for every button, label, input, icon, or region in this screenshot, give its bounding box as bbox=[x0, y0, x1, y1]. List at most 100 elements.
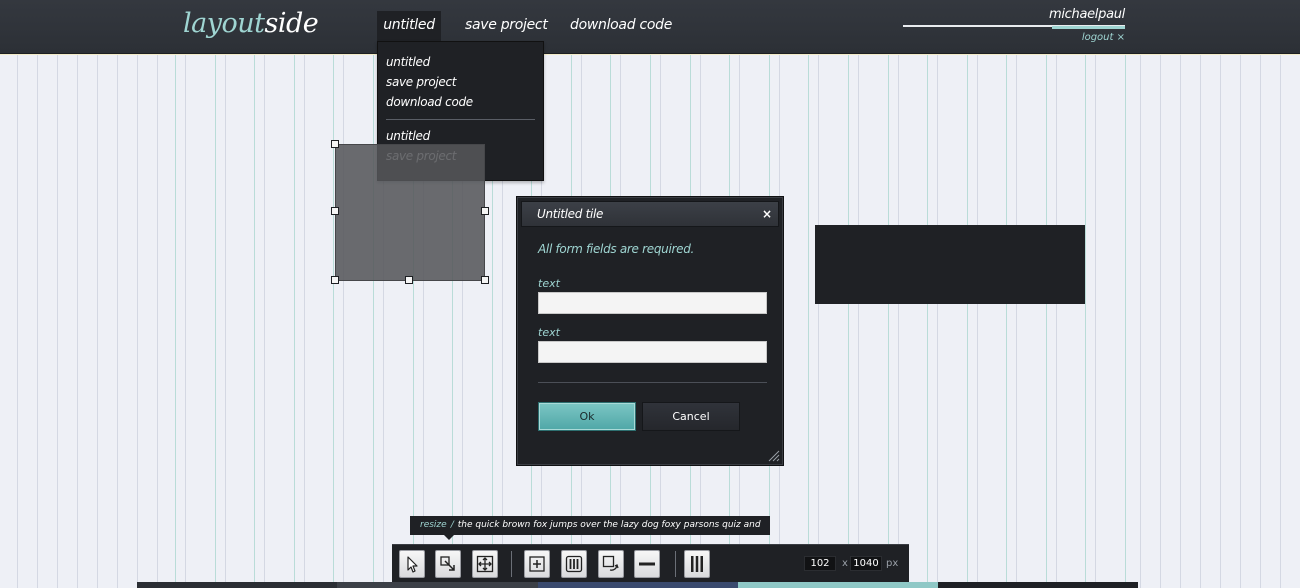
bottom-toolbar: 102 x 1040 px bbox=[392, 544, 909, 582]
grid-column-line bbox=[1006, 54, 1007, 588]
grid-outer-line bbox=[1160, 54, 1161, 588]
resize-tool-button[interactable] bbox=[435, 550, 461, 578]
tile-dialog: Untitled tile × All form fields are requ… bbox=[516, 196, 784, 466]
select-icon bbox=[407, 556, 418, 573]
grid-column-line bbox=[185, 54, 186, 588]
grid-outer-line bbox=[37, 54, 38, 588]
grid-outer-line bbox=[117, 54, 118, 588]
grid-column-line bbox=[1125, 54, 1126, 588]
move-icon bbox=[476, 555, 494, 573]
grid-column-line bbox=[1095, 54, 1096, 588]
bottom-strip-segment-4 bbox=[738, 582, 938, 588]
nav-untitled[interactable]: untitled bbox=[377, 11, 441, 42]
grid-column-line bbox=[373, 54, 374, 588]
logo-part-layout: layout bbox=[183, 8, 265, 39]
bottom-strip-segment-1 bbox=[137, 582, 337, 588]
horizontal-rule-button[interactable] bbox=[634, 550, 660, 578]
text-field-2[interactable] bbox=[538, 341, 767, 363]
dialog-divider bbox=[538, 382, 767, 383]
grid-column-line bbox=[818, 54, 819, 588]
height-input[interactable]: 1040 bbox=[850, 556, 882, 571]
resize-handle-middle-right[interactable] bbox=[481, 207, 489, 215]
cancel-button[interactable]: Cancel bbox=[642, 402, 740, 431]
nav-download-code[interactable]: download code bbox=[570, 11, 672, 42]
dropdown-item-untitled-2[interactable]: untitled bbox=[378, 126, 543, 146]
ok-button[interactable]: Ok bbox=[538, 402, 636, 431]
selected-tile[interactable] bbox=[335, 144, 485, 281]
grid-column-line bbox=[343, 54, 344, 588]
grid-column-line bbox=[215, 54, 216, 588]
vertical-columns-icon bbox=[691, 556, 703, 572]
grid-outer-line bbox=[137, 54, 138, 588]
tooltip-text: the quick brown fox jumps over the lazy … bbox=[457, 520, 761, 530]
dropdown-divider bbox=[386, 119, 535, 120]
grid-column-line bbox=[1016, 54, 1017, 588]
grid-outer-line bbox=[1260, 54, 1261, 588]
grid-outer-line bbox=[157, 54, 158, 588]
grid-column-line bbox=[927, 54, 928, 588]
grid-outer-line bbox=[57, 54, 58, 588]
username[interactable]: michaelpaul bbox=[1049, 7, 1125, 22]
bottom-strip-segment-2 bbox=[337, 582, 538, 588]
dropdown-item-save-project[interactable]: save project bbox=[378, 72, 543, 92]
logout-link[interactable]: logout × bbox=[1082, 32, 1125, 43]
grid-outer-line bbox=[1280, 54, 1281, 588]
user-underline-accent bbox=[1052, 26, 1125, 29]
grid-outer-line bbox=[1140, 54, 1141, 588]
dimension-times-label: x bbox=[842, 558, 848, 569]
resize-handle-bottom-left[interactable] bbox=[331, 276, 339, 284]
layer-tile-icon bbox=[602, 555, 619, 571]
move-tool-button[interactable] bbox=[472, 550, 498, 578]
columns-grid-button[interactable] bbox=[561, 550, 587, 578]
unit-label: px bbox=[886, 558, 899, 569]
grid-column-line bbox=[304, 54, 305, 588]
grid-column-line bbox=[294, 54, 295, 588]
grid-column-line bbox=[225, 54, 226, 588]
grid-outer-line bbox=[17, 54, 18, 588]
grid-outer-line bbox=[1220, 54, 1221, 588]
required-fields-message: All form fields are required. bbox=[538, 242, 695, 256]
grid-column-line bbox=[264, 54, 265, 588]
grid-column-line bbox=[898, 54, 899, 588]
width-input[interactable]: 102 bbox=[804, 556, 836, 571]
grid-column-line bbox=[808, 54, 809, 588]
grid-column-line bbox=[967, 54, 968, 588]
dialog-title: Untitled tile bbox=[537, 207, 604, 221]
dark-tile[interactable] bbox=[815, 225, 1085, 304]
tooltip-label: resize bbox=[420, 520, 447, 530]
close-icon[interactable]: × bbox=[762, 202, 772, 227]
layer-tile-button[interactable] bbox=[598, 550, 624, 578]
grid-column-line bbox=[937, 54, 938, 588]
grid-column-line bbox=[175, 54, 176, 588]
tooltip-arrow bbox=[444, 535, 454, 540]
grid-column-line bbox=[848, 54, 849, 588]
toolbar-divider bbox=[511, 551, 512, 577]
dialog-resize-grip-icon[interactable] bbox=[768, 450, 780, 462]
resize-handle-bottom-right[interactable] bbox=[481, 276, 489, 284]
select-tool-button[interactable] bbox=[399, 550, 425, 578]
grid-column-line bbox=[333, 54, 334, 588]
add-tile-button[interactable] bbox=[524, 550, 550, 578]
tooltip-separator: / bbox=[450, 520, 454, 530]
dialog-header[interactable]: Untitled tile × bbox=[521, 201, 779, 227]
nav-save-project[interactable]: save project bbox=[465, 11, 548, 42]
resize-icon bbox=[440, 556, 455, 571]
dropdown-item-untitled[interactable]: untitled bbox=[378, 52, 543, 72]
grid-column-line bbox=[888, 54, 889, 588]
grid-column-line bbox=[1085, 54, 1086, 588]
text-field-1[interactable] bbox=[538, 292, 767, 314]
resize-handle-top-left[interactable] bbox=[331, 140, 339, 148]
grid-column-line bbox=[1056, 54, 1057, 588]
horizontal-rule-icon bbox=[639, 562, 655, 566]
vertical-columns-button[interactable] bbox=[684, 550, 710, 578]
grid-column-line bbox=[977, 54, 978, 588]
grid-outer-line bbox=[1240, 54, 1241, 588]
columns-grid-icon bbox=[565, 555, 583, 573]
resize-handle-bottom-center[interactable] bbox=[405, 276, 413, 284]
dropdown-item-download-code[interactable]: download code bbox=[378, 92, 543, 112]
logo[interactable]: layoutside bbox=[183, 6, 319, 42]
grid-column-line bbox=[858, 54, 859, 588]
grid-outer-line bbox=[77, 54, 78, 588]
field-label-text-1: text bbox=[538, 277, 560, 290]
resize-handle-middle-left[interactable] bbox=[331, 207, 339, 215]
